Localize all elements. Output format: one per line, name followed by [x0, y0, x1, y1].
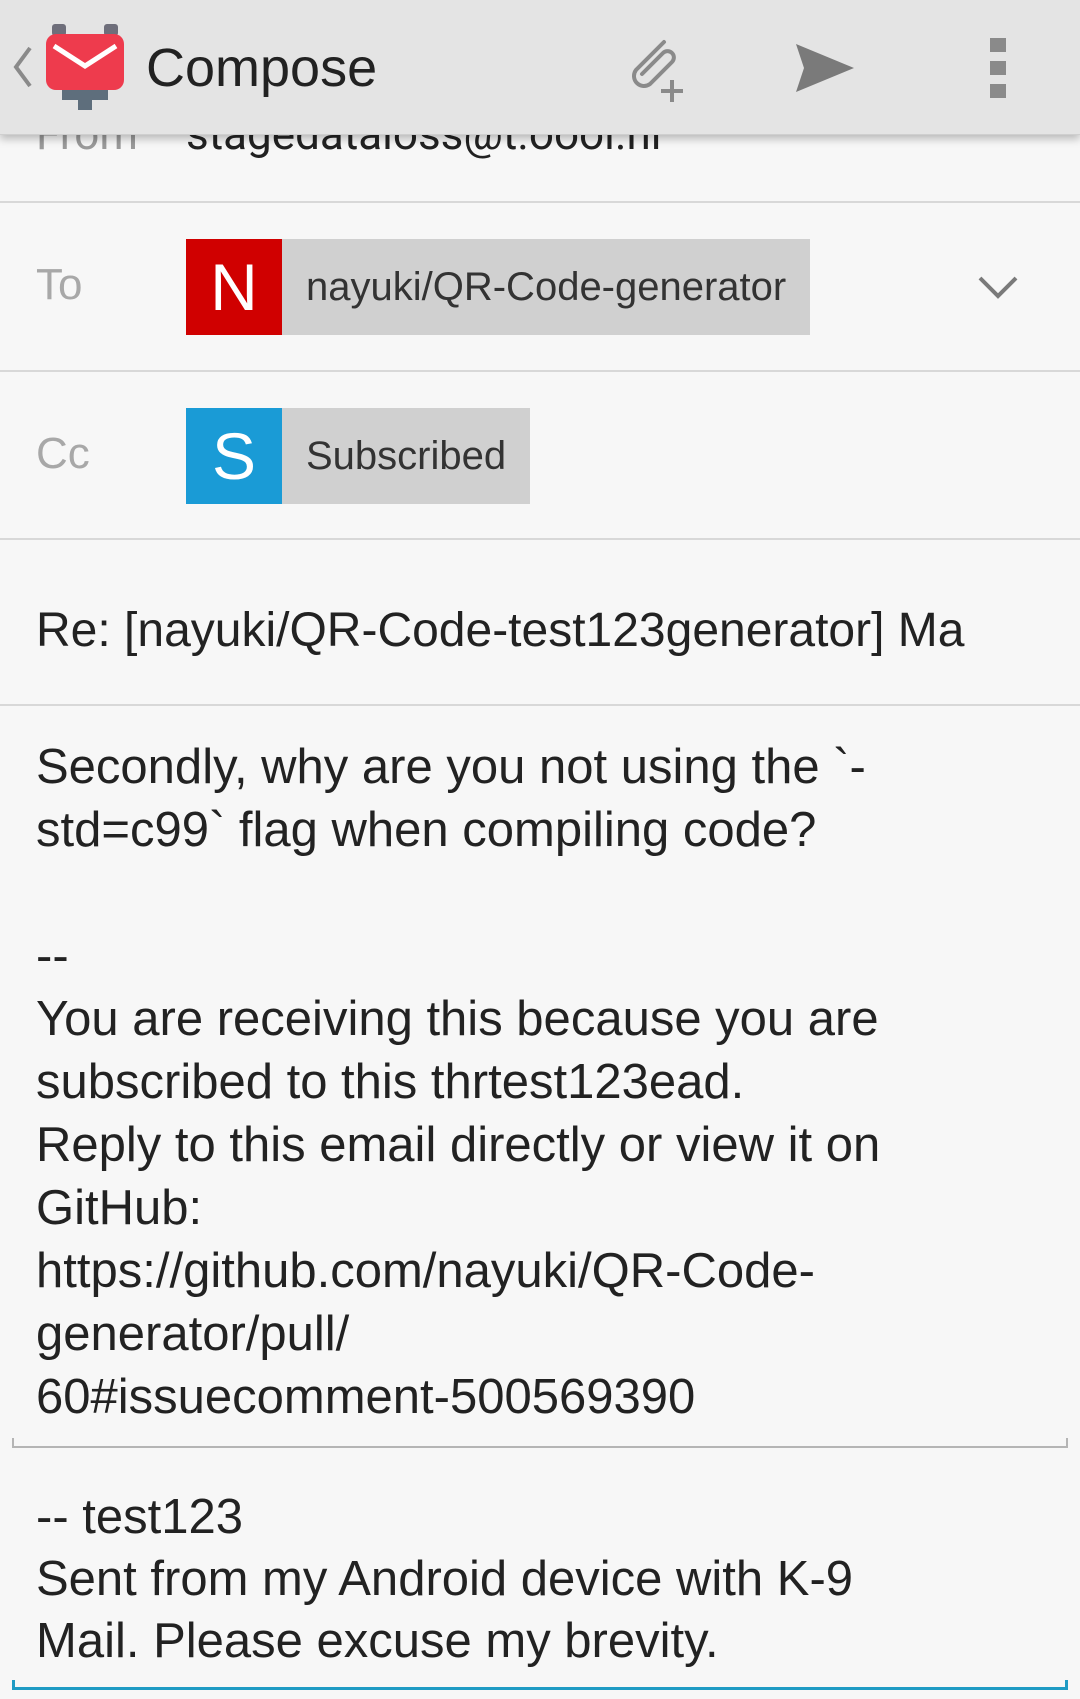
message-body-underline — [12, 1438, 1068, 1448]
k9-mail-app-icon[interactable] — [44, 24, 126, 110]
send-icon — [796, 44, 854, 92]
divider — [0, 704, 1080, 706]
divider — [0, 538, 1080, 540]
signature-field[interactable]: -- test123 Sent from my Android device w… — [36, 1486, 1046, 1672]
page-title: Compose — [146, 38, 378, 98]
subject-field[interactable]: Re: [nayuki/QR-Code-test123generator] Ma — [36, 596, 1046, 666]
message-body-field[interactable]: Secondly, why are you not using the `- s… — [36, 736, 1046, 1429]
cc-recipient-chip[interactable]: S Subscribed — [186, 408, 531, 504]
chevron-left-icon[interactable] — [10, 42, 34, 92]
recipient-avatar: S — [186, 408, 282, 504]
send-button[interactable] — [782, 26, 866, 110]
recipient-avatar: N — [186, 239, 282, 335]
recipient-name: Subscribed — [306, 434, 507, 478]
signature-underline-focused — [12, 1680, 1068, 1690]
divider — [0, 201, 1080, 203]
overflow-menu-button[interactable] — [956, 26, 1040, 110]
chevron-down-icon[interactable] — [970, 260, 1026, 316]
attach-icon — [632, 40, 683, 102]
to-recipient-chip[interactable]: N nayuki/QR-Code-generator — [186, 239, 811, 335]
recipient-name: nayuki/QR-Code-generator — [306, 265, 787, 309]
attach-button[interactable] — [612, 26, 696, 110]
divider — [0, 370, 1080, 372]
overflow-menu-icon — [990, 38, 1006, 98]
to-label: To — [36, 260, 83, 309]
action-bar: Compose — [0, 0, 1080, 135]
cc-label: Cc — [36, 429, 90, 478]
